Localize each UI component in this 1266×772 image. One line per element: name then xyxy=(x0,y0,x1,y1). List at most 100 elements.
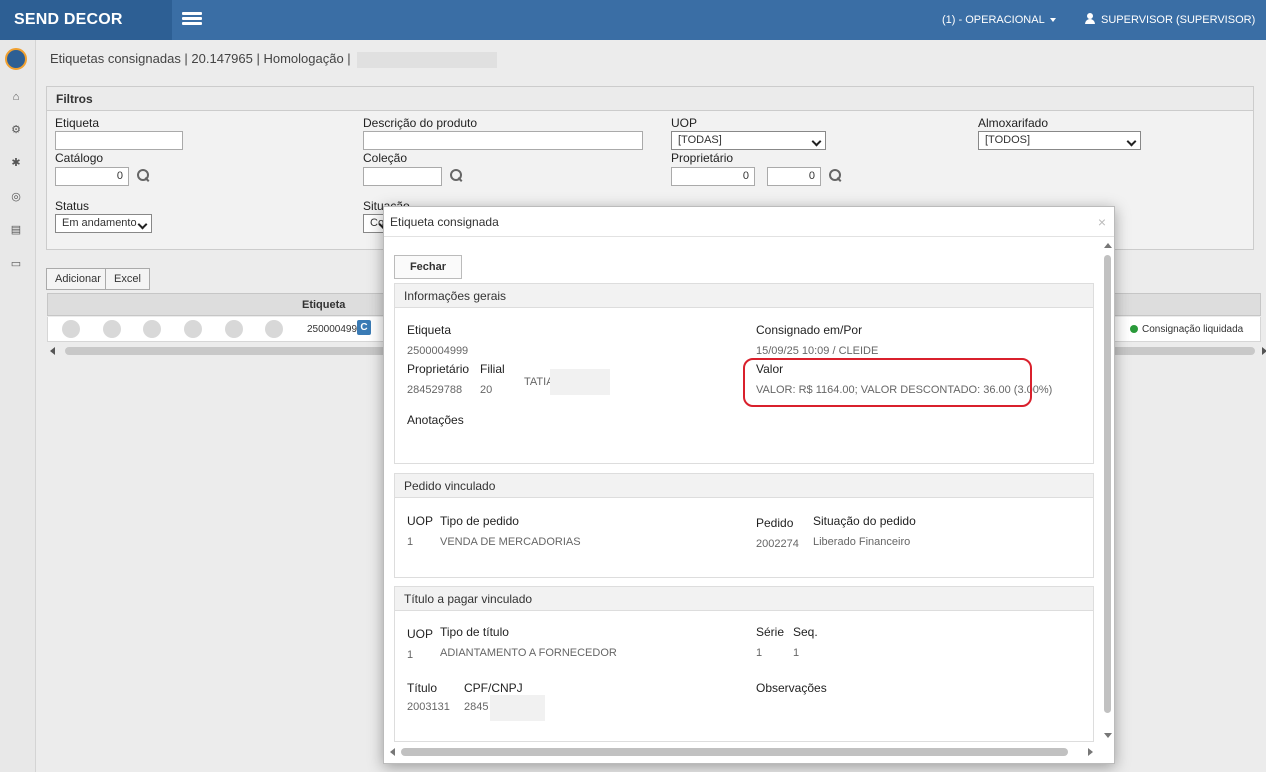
colecao-filter-input[interactable] xyxy=(363,167,442,186)
menu-toggle-icon[interactable] xyxy=(182,12,202,26)
observacoes-label: Observações xyxy=(756,681,827,695)
filial-filter-input[interactable]: 0 xyxy=(767,167,821,186)
consignment-badge[interactable]: C xyxy=(357,320,371,335)
close-icon[interactable]: × xyxy=(1098,215,1106,229)
seq-label: Seq. xyxy=(793,625,818,639)
check-icon[interactable] xyxy=(265,320,283,338)
catalogo-filter-label: Catálogo xyxy=(55,151,104,165)
situacao-pedido-label: Situação do pedido xyxy=(813,514,916,528)
almox-filter-label: Almoxarifado xyxy=(978,116,1049,130)
money-icon[interactable] xyxy=(225,320,243,338)
search-icon[interactable] xyxy=(829,169,841,181)
titulo-uop-value: 1 xyxy=(407,649,414,661)
scroll-down-icon[interactable] xyxy=(1104,733,1112,738)
titulo-panel: Título a pagar vinculado UOP 1 Tipo de t… xyxy=(394,586,1094,742)
pedido-label: Pedido xyxy=(756,516,794,530)
vertical-scrollbar[interactable] xyxy=(1104,255,1111,713)
brand-logo[interactable]: SEND DECOR xyxy=(0,0,172,40)
anotacoes-label: Anotações xyxy=(407,413,464,427)
breadcrumb-text: Etiquetas consignadas | 20.147965 | Homo… xyxy=(50,51,351,66)
scroll-right-icon[interactable] xyxy=(1088,748,1093,756)
serie-label: Série xyxy=(756,625,785,639)
fechar-button[interactable]: Fechar xyxy=(394,255,462,279)
view-icon[interactable] xyxy=(62,320,80,338)
tipo-pedido-label: Tipo de pedido xyxy=(440,514,519,528)
cogs-icon[interactable]: ⚙ xyxy=(10,124,22,136)
laptop-icon[interactable]: ▭ xyxy=(10,258,22,270)
modal-title: Etiqueta consignada xyxy=(384,207,1114,237)
uop-filter-label: UOP xyxy=(671,116,698,130)
catalogo-filter-input[interactable]: 0 xyxy=(55,167,129,186)
modal-horizontal-scrollbar[interactable] xyxy=(401,748,1068,756)
home-icon[interactable]: ⌂ xyxy=(10,91,22,103)
excel-button[interactable]: Excel xyxy=(105,268,150,290)
tipo-titulo-value: ADIANTAMENTO A FORNECEDOR xyxy=(440,647,617,659)
situacao-pedido-value: Liberado Financeiro xyxy=(813,536,911,548)
filial-label: Filial xyxy=(480,362,505,376)
colecao-filter-label: Coleção xyxy=(363,151,408,165)
filial-value: 20 xyxy=(480,384,493,396)
cpf-label: CPF/CNPJ xyxy=(464,681,523,695)
valor-highlight-annotation xyxy=(743,358,1032,407)
pedido-panel-title: Pedido vinculado xyxy=(395,474,1093,498)
etiqueta-column-header[interactable]: Etiqueta xyxy=(302,299,345,311)
delete-icon[interactable] xyxy=(143,320,161,338)
etiqueta-modal: Etiqueta consignada × Fechar Informações… xyxy=(383,206,1115,764)
image-icon[interactable] xyxy=(184,320,202,338)
row-status: Consignação liquidada xyxy=(1142,324,1244,335)
redacted-text xyxy=(490,695,545,721)
top-bar: SEND DECOR (1) - OPERACIONAL SUPERVISOR … xyxy=(0,0,1266,63)
descricao-filter-label: Descrição do produto xyxy=(363,116,478,130)
proprietario-filter-input[interactable]: 0 xyxy=(671,167,755,186)
user-icon xyxy=(1085,13,1095,24)
gear-icon[interactable]: ✱ xyxy=(10,157,22,169)
tipo-pedido-value: VENDA DE MERCADORIAS xyxy=(440,536,581,548)
scroll-right-icon[interactable] xyxy=(1262,347,1266,355)
etiqueta-filter-label: Etiqueta xyxy=(55,116,100,130)
edit-icon[interactable] xyxy=(103,320,121,338)
scroll-up-icon[interactable] xyxy=(1104,243,1112,248)
status-badge: Consignação liquidada xyxy=(1130,324,1243,335)
compass-icon[interactable]: ◎ xyxy=(10,191,22,203)
etiqueta-filter-input[interactable] xyxy=(55,131,183,150)
proprietario-filter-label: Proprietário xyxy=(671,151,734,165)
operational-label: (1) - OPERACIONAL xyxy=(942,14,1045,26)
adicionar-button[interactable]: Adicionar xyxy=(46,268,110,290)
proprietario-value: 284529788 xyxy=(407,384,463,396)
operational-dropdown[interactable]: (1) - OPERACIONAL xyxy=(942,0,1056,40)
serie-value: 1 xyxy=(756,647,763,659)
seq-value: 1 xyxy=(793,647,800,659)
titulo-value: 2003131 xyxy=(407,701,450,713)
titulo-label: Título xyxy=(407,681,438,695)
consignado-value: 15/09/25 10:09 / CLEIDE xyxy=(756,345,879,357)
almox-select[interactable]: [TODOS] xyxy=(978,131,1141,150)
breadcrumb: Etiquetas consignadas | 20.147965 | Homo… xyxy=(50,51,497,68)
cpf-value: 2845 xyxy=(464,701,489,713)
document-icon[interactable]: ▤ xyxy=(10,224,22,236)
tipo-titulo-label: Tipo de título xyxy=(440,625,509,639)
search-icon[interactable] xyxy=(137,169,149,181)
redacted-text xyxy=(356,51,497,68)
etiqueta-value: 2500004999 xyxy=(407,345,469,357)
proprietario-label: Proprietário xyxy=(407,362,470,376)
scroll-left-icon[interactable] xyxy=(50,347,55,355)
pedido-panel: Pedido vinculado UOP 1 Tipo de pedido VE… xyxy=(394,473,1094,578)
app-logo-icon[interactable] xyxy=(5,48,27,70)
filters-title: Filtros xyxy=(47,87,1253,111)
caret-down-icon xyxy=(1049,18,1056,23)
pedido-uop-value: 1 xyxy=(407,536,414,548)
pedido-value: 2002274 xyxy=(756,538,799,550)
etiqueta-label: Etiqueta xyxy=(407,323,452,337)
status-select[interactable]: Em andamento xyxy=(55,214,152,233)
user-label: SUPERVISOR (SUPERVISOR) xyxy=(1101,14,1256,26)
left-sidebar: ⌂ ⚙ ✱ ◎ ▤ ▭ xyxy=(0,40,36,772)
descricao-filter-input[interactable] xyxy=(363,131,643,150)
scroll-left-icon[interactable] xyxy=(390,748,395,756)
uop-select[interactable]: [TODAS] xyxy=(671,131,826,150)
geral-panel-title: Informações gerais xyxy=(395,284,1093,308)
titulo-panel-title: Título a pagar vinculado xyxy=(395,587,1093,611)
redacted-text xyxy=(550,369,610,395)
status-filter-label: Status xyxy=(55,199,90,213)
user-menu[interactable]: SUPERVISOR (SUPERVISOR) xyxy=(1085,0,1266,63)
search-icon[interactable] xyxy=(450,169,462,181)
